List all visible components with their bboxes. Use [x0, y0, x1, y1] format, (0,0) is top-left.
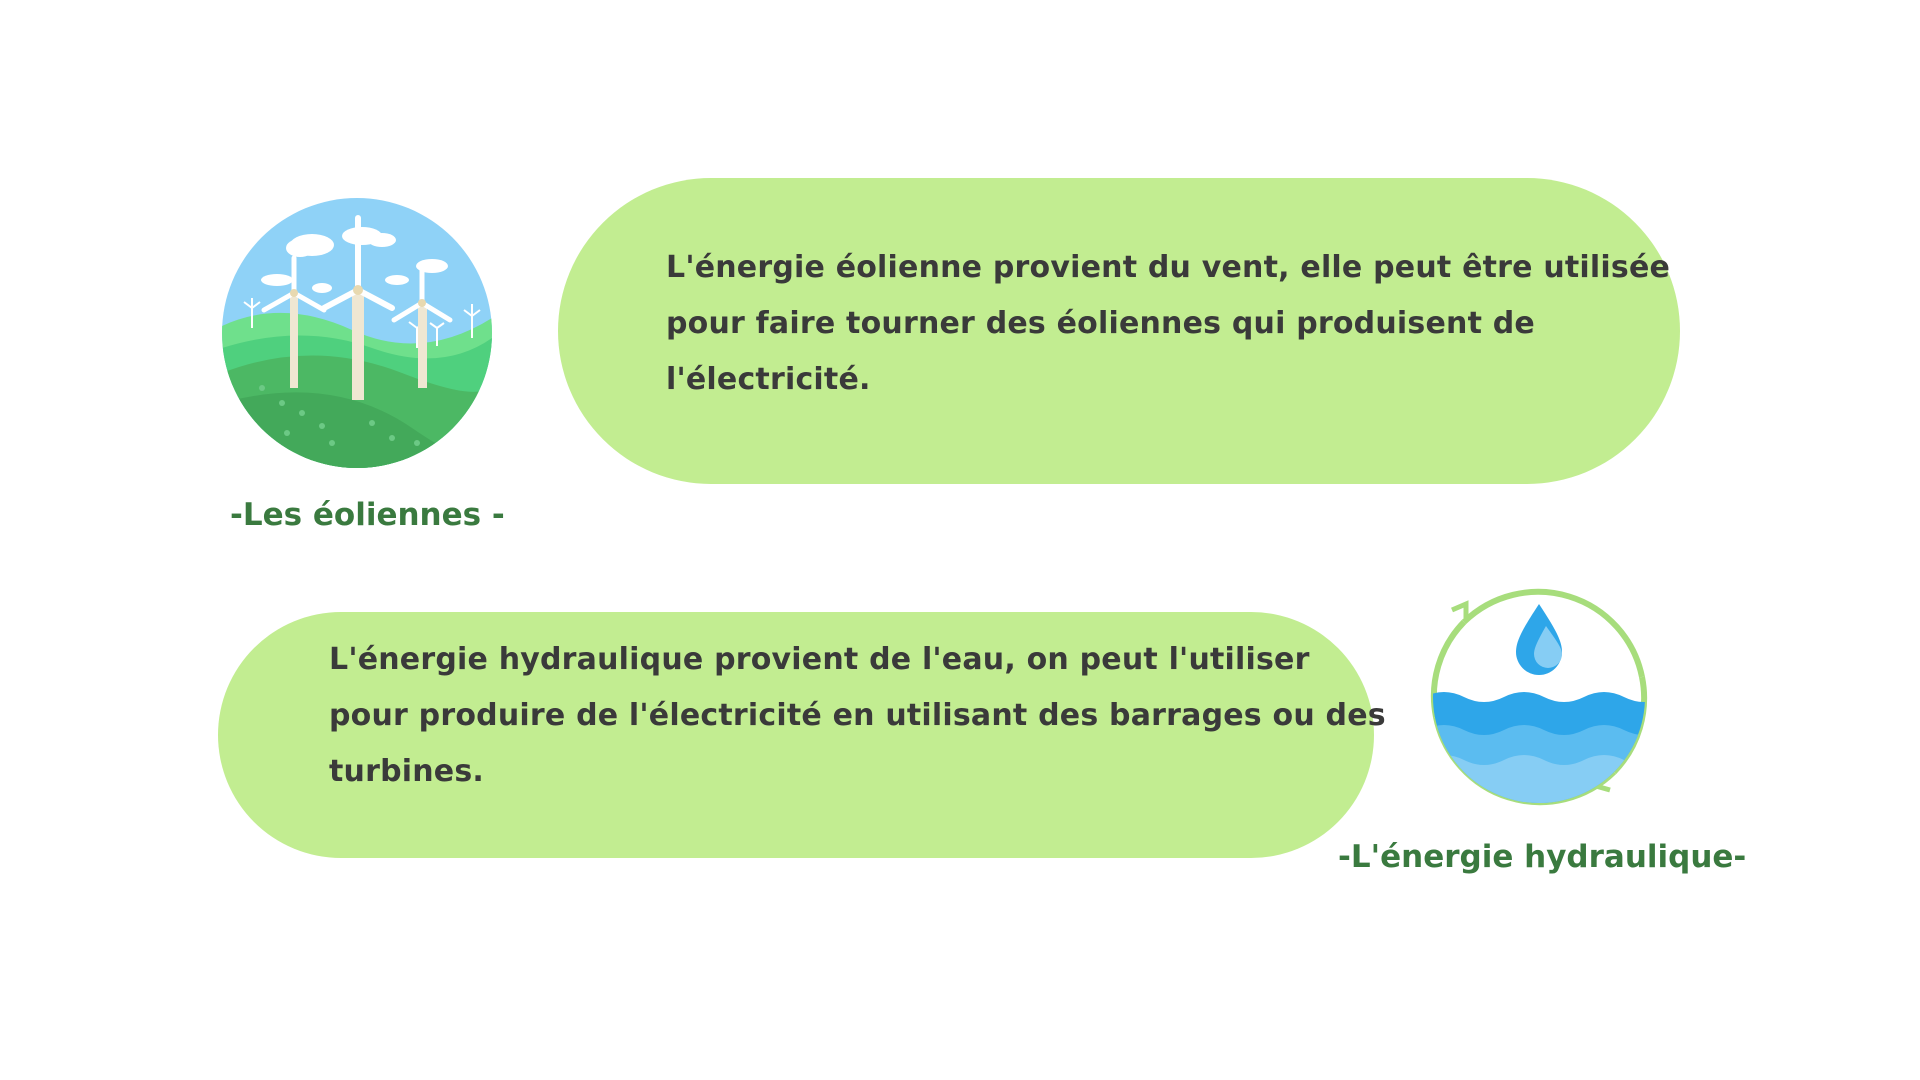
- wind-description-line: pour faire tourner des éoliennes qui pro…: [666, 306, 1535, 341]
- hydro-caption: -L'énergie hydraulique-: [1338, 839, 1747, 875]
- wind-turbines-icon: [222, 198, 492, 468]
- wind-description-line: l'électricité.: [666, 362, 871, 397]
- hydro-description-line: turbines.: [329, 754, 485, 789]
- wind-caption: -Les éoliennes -: [230, 497, 505, 533]
- wind-description-line: L'énergie éolienne provient du vent, ell…: [666, 250, 1671, 285]
- water-drop-icon: [1430, 588, 1648, 806]
- water-drop-waves-illustration: [1424, 582, 1654, 812]
- hydro-description-line: pour produire de l'électricité en utilis…: [329, 698, 1386, 733]
- hydro-description: L'énergie hydraulique provient de l'eau,…: [329, 632, 1386, 800]
- hydro-description-line: L'énergie hydraulique provient de l'eau,…: [329, 642, 1310, 677]
- wind-description: L'énergie éolienne provient du vent, ell…: [666, 240, 1670, 408]
- wind-turbines-illustration: [222, 198, 492, 468]
